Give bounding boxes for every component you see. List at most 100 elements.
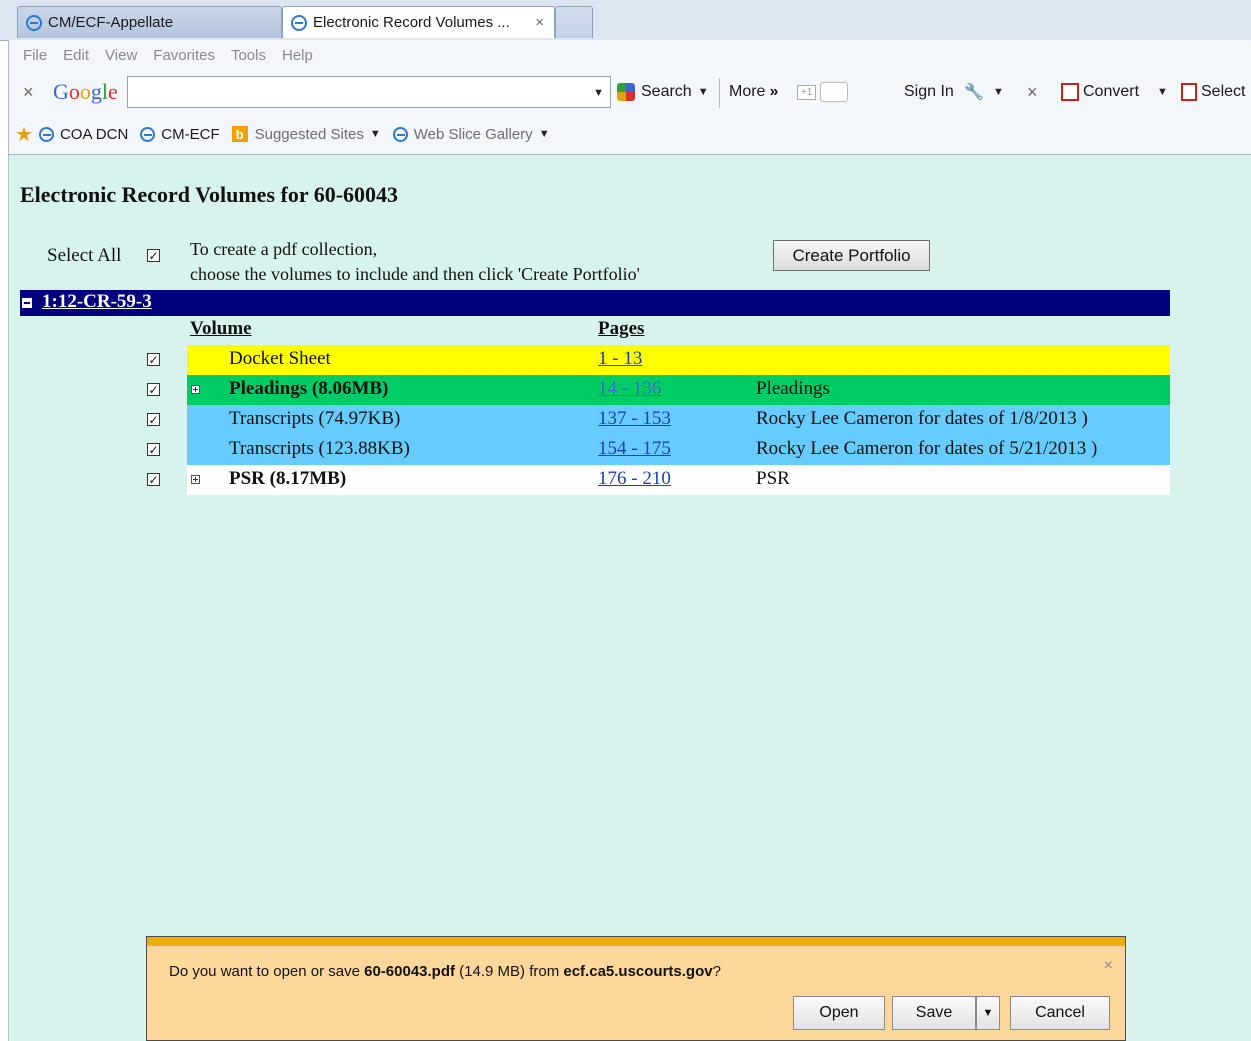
favorite-cm-ecf[interactable]: CM-ECF [140,126,220,143]
favorites-bar: ★ COA DCN CM-ECF b Suggested Sites ▼ Web… [8,114,1251,155]
page-title: Electronic Record Volumes for 60-60043 [20,182,399,207]
favorites-star-icon[interactable]: ★ [15,122,33,147]
volume-checkbox-pleadings[interactable]: ✓ [147,383,160,396]
volume-name: Transcripts (74.97KB) [229,408,401,429]
tab-electronic-record-volumes[interactable]: Electronic Record Volumes ... × [282,6,555,38]
wrench-icon[interactable]: 🔧 [964,70,984,114]
cancel-button[interactable]: Cancel [1010,996,1110,1030]
sign-in-button[interactable]: Sign In [904,70,954,114]
pages-link[interactable]: 154 - 175 [598,438,671,460]
close-tab-icon[interactable]: × [535,14,544,31]
convert-dropdown-icon[interactable]: ▼ [1157,70,1168,114]
volume-checkbox-transcripts-1[interactable]: ✓ [147,413,160,426]
page-content: Electronic Record Volumes for 60-60043 S… [8,155,1251,1041]
volume-description: Rocky Lee Cameron for dates of 1/8/2013 … [756,408,1088,429]
volume-description: Rocky Lee Cameron for dates of 5/21/2013… [756,438,1098,459]
menu-view[interactable]: View [105,47,137,64]
volume-name: Pleadings (8.06MB) [229,378,389,399]
chevron-down-icon: ▼ [369,128,381,140]
save-options-chevron-down-icon[interactable]: ▼ [976,996,1000,1030]
tab-label: Electronic Record Volumes ... [313,14,510,31]
new-tab-button[interactable] [555,6,593,38]
volume-name: Transcripts (123.88KB) [229,438,410,459]
select-all-label: Select All [47,245,122,266]
select-button[interactable]: Select [1181,70,1245,114]
volume-checkbox-transcripts-2[interactable]: ✓ [147,443,160,456]
pdf-convert-icon [1061,83,1079,101]
table-row: Transcripts (123.88KB) 154 - 175 Rocky L… [187,435,1170,465]
toolbar-separator [719,78,720,108]
search-history-dropdown-icon[interactable]: ▼ [593,87,604,99]
instructions-line-2: choose the volumes to include and then c… [190,264,640,284]
table-row: Docket Sheet 1 - 13 [187,345,1170,375]
menu-favorites[interactable]: Favorites [153,47,215,64]
download-notification-bar: Do you want to open or save 60-60043.pdf… [146,936,1126,1041]
instructions-line-1: To create a pdf collection, [190,239,378,259]
google-search-icon [617,83,635,101]
download-filename: 60-60043.pdf [364,963,456,980]
chevron-down-icon: ▼ [538,128,550,140]
close-icon[interactable]: × [1104,957,1113,975]
google-logo: Google [53,79,118,104]
menu-bar: File Edit View Favorites Tools Help [8,40,1251,70]
ie-icon [291,14,307,31]
column-header-pages: Pages [598,318,645,339]
ie-icon [140,126,156,142]
plus-one-icon: +1 [797,84,817,100]
column-header-volume: Volume [190,318,252,339]
ie-icon [38,126,54,142]
open-button[interactable]: Open [793,996,885,1030]
search-dropdown-icon: ▼ [697,86,709,98]
volume-name: PSR (8.17MB) [229,468,347,489]
favorite-web-slice-gallery[interactable]: Web Slice Gallery ▼ [392,126,550,143]
table-row: Transcripts (74.97KB) 137 - 153 Rocky Le… [187,405,1170,435]
plus-one-count [820,82,849,102]
menu-help[interactable]: Help [282,47,313,64]
tab-label: CM/ECF-Appellate [48,14,174,31]
google-toolbar: × Google ▼ Search ▼ More » +1 Sign In 🔧 … [8,70,1251,114]
ie-icon [26,14,42,31]
expand-icon[interactable] [191,385,200,394]
menu-file[interactable]: File [23,47,47,64]
plus-one-button[interactable]: +1 [797,70,849,114]
expand-icon[interactable] [191,475,200,484]
bing-icon: b [231,126,248,142]
pages-link[interactable]: 137 - 153 [598,408,671,430]
menu-tools[interactable]: Tools [231,47,266,64]
close-toolbar-icon[interactable]: × [23,70,34,114]
volume-description: PSR [756,468,790,489]
favorite-coa-dcn[interactable]: COA DCN [38,126,128,143]
notification-accent-strip [147,937,1125,946]
volume-checkbox-psr[interactable]: ✓ [147,473,160,486]
ie-icon [392,126,408,142]
convert-button[interactable]: Convert [1061,70,1139,114]
menu-edit[interactable]: Edit [63,47,89,64]
google-search-box: ▼ [127,76,611,108]
tab-strip: CM/ECF-Appellate Electronic Record Volum… [0,0,1251,41]
collapse-icon[interactable] [22,298,32,308]
case-header-bar: 1:12-CR-59-3 [20,290,1170,316]
pages-link[interactable]: 1 - 13 [598,348,642,370]
google-search-button[interactable]: Search ▼ [617,70,709,114]
volume-checkbox-docket-sheet[interactable]: ✓ [147,353,160,366]
save-button[interactable]: Save [892,996,976,1030]
table-row: Pleadings (8.06MB) 14 - 136 Pleadings [187,375,1170,405]
download-host: ecf.ca5.uscourts.gov [563,963,713,980]
double-chevron-icon: » [769,83,779,100]
volume-description: Pleadings [756,378,830,399]
favorite-suggested-sites[interactable]: b Suggested Sites ▼ [231,126,381,143]
pages-link[interactable]: 14 - 136 [598,378,661,400]
pages-link[interactable]: 176 - 210 [598,468,671,490]
download-prompt-text: Do you want to open or save 60-60043.pdf… [169,963,721,980]
pdf-select-icon [1181,83,1197,101]
more-button[interactable]: More » [729,70,778,114]
table-row: PSR (8.17MB) 176 - 210 PSR [187,465,1170,495]
close-convert-toolbar-icon[interactable]: × [1027,70,1038,114]
wrench-dropdown-icon[interactable]: ▼ [993,70,1004,114]
case-number-link[interactable]: 1:12-CR-59-3 [42,291,152,313]
tab-cmecf-appellate[interactable]: CM/ECF-Appellate [17,6,282,38]
create-portfolio-button[interactable]: Create Portfolio [773,240,930,271]
select-all-checkbox[interactable]: ✓ [147,249,160,262]
volume-name: Docket Sheet [229,348,331,369]
google-search-input[interactable] [128,77,580,105]
